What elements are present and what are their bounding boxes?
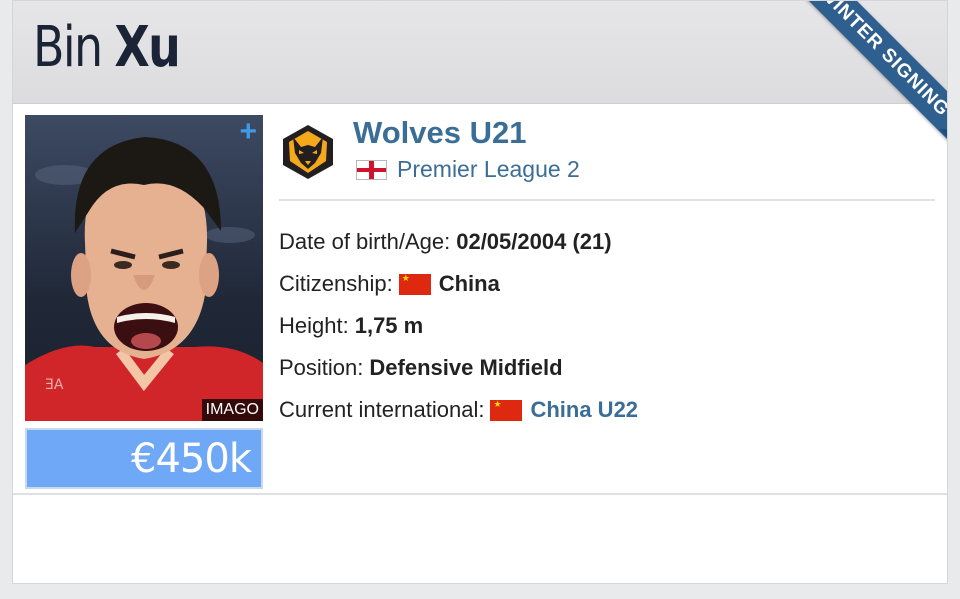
player-name: Bin Xu (33, 15, 181, 80)
position-label: Position: (279, 355, 364, 380)
club-name-link[interactable]: Wolves U21 (353, 115, 526, 151)
citizenship-value: China (438, 271, 500, 296)
player-profile-card: Bin Xu WINTER SIGNING ƎA + IMAGO €450k W… (12, 0, 948, 584)
england-flag-icon (356, 159, 387, 180)
player-first-name: Bin (33, 15, 103, 80)
international-row: Current international: China U22 (279, 389, 638, 431)
dob-value: 02/05/2004 (21) (456, 229, 612, 254)
svg-text:ƎA: ƎA (45, 377, 64, 393)
china-flag-icon (490, 399, 523, 421)
wolves-crest-icon[interactable] (279, 123, 337, 181)
position-row: Position: Defensive Midfield (279, 347, 638, 389)
player-last-name: Xu (114, 15, 180, 80)
citizenship-label: Citizenship: (279, 271, 393, 296)
league-name: Premier League 2 (397, 156, 580, 182)
height-value: 1,75 m (354, 313, 424, 338)
market-value-box[interactable]: €450k (25, 428, 263, 489)
height-label: Height: (279, 313, 349, 338)
divider (279, 199, 935, 201)
citizenship-row: Citizenship: China (279, 263, 638, 305)
international-label: Current international: (279, 397, 485, 422)
international-team-link[interactable]: China U22 (530, 397, 638, 423)
position-value: Defensive Midfield (369, 355, 563, 380)
add-photo-icon[interactable]: + (239, 115, 257, 149)
ribbon-fold (939, 129, 947, 137)
dob-row: Date of birth/Age: 02/05/2004 (21) (279, 221, 638, 263)
player-details: Date of birth/Age: 02/05/2004 (21) Citiz… (279, 221, 638, 431)
dob-label: Date of birth/Age: (279, 229, 451, 254)
player-portrait-image: ƎA (25, 137, 263, 421)
photo-credit: IMAGO (201, 399, 263, 421)
height-row: Height: 1,75 m (279, 305, 638, 347)
league-link[interactable]: Premier League 2 (356, 156, 580, 183)
section-divider (13, 493, 947, 495)
china-flag-icon (398, 273, 431, 295)
player-photo[interactable]: ƎA + IMAGO (25, 115, 263, 421)
profile-header: Bin Xu (13, 1, 947, 104)
